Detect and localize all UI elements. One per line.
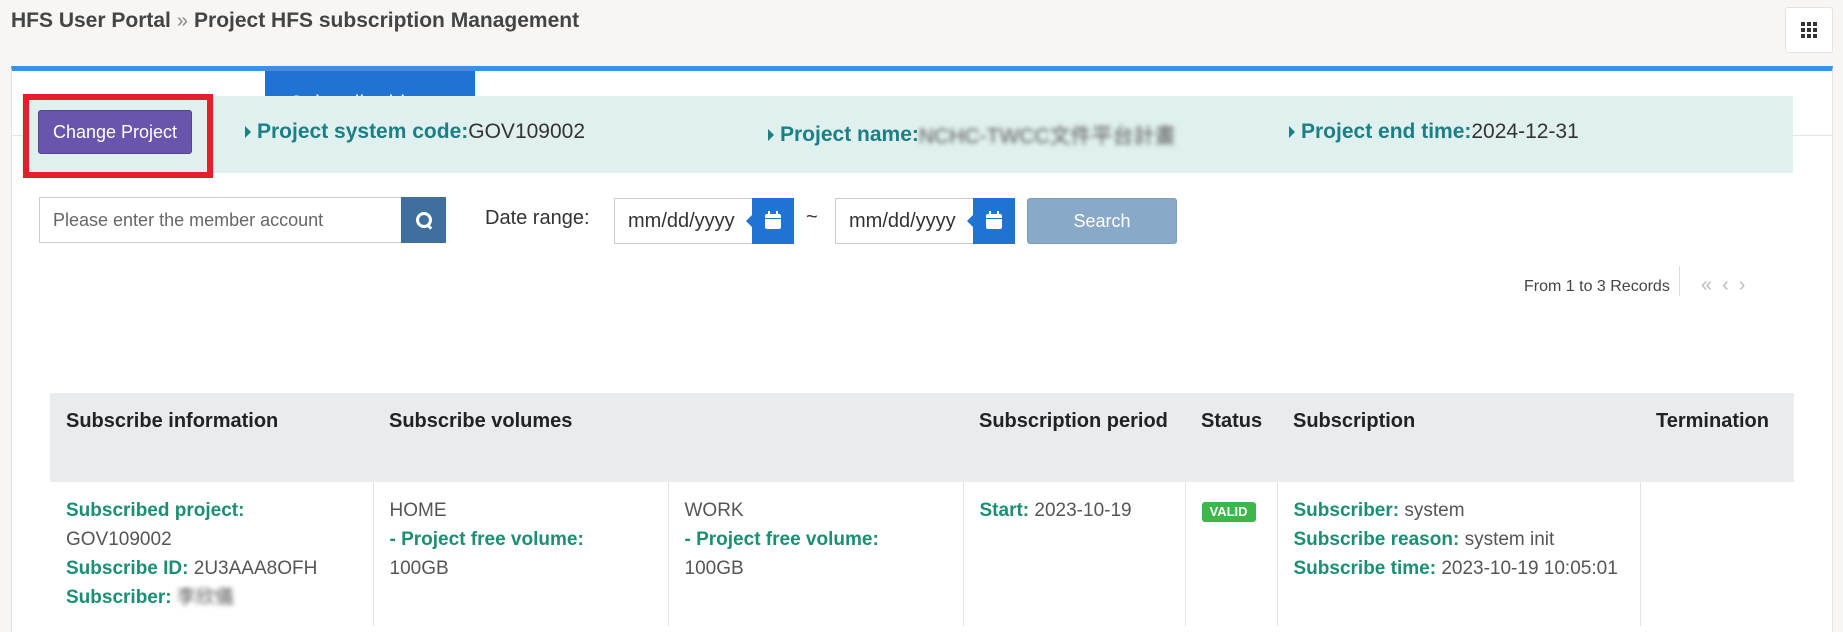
apps-button[interactable] bbox=[1785, 7, 1833, 53]
cell-subscription-period: Start: 2023-10-19 bbox=[963, 482, 1186, 626]
cell-subscribe-information: Subscribed project: GOV109002 Subscribe … bbox=[50, 482, 374, 626]
header-subscribe-information: Subscribe information bbox=[50, 393, 373, 482]
sub-subscriber-value: system bbox=[1404, 500, 1465, 521]
range-separator: ~ bbox=[806, 206, 818, 228]
end-time-value: 2024-12-31 bbox=[1471, 120, 1579, 143]
subscribe-reason-value: system init bbox=[1464, 529, 1555, 550]
pager-divider bbox=[1679, 266, 1680, 296]
caret-right-icon bbox=[768, 129, 774, 141]
breadcrumb-separator: » bbox=[176, 9, 189, 32]
start-label: Start: bbox=[979, 500, 1030, 521]
start-value: 2023-10-19 bbox=[1034, 500, 1132, 521]
volume-size: 100GB bbox=[389, 558, 449, 579]
header-subscription: Subscription bbox=[1277, 393, 1640, 482]
volume-type-label: - Project free volume: bbox=[684, 529, 879, 550]
calendar-icon bbox=[986, 210, 1002, 229]
volume-type-label: - Project free volume: bbox=[389, 529, 584, 550]
date-range-label: Date range: bbox=[485, 207, 590, 229]
next-page-icon[interactable]: › bbox=[1739, 274, 1746, 297]
date-from-calendar-button[interactable] bbox=[746, 198, 794, 244]
subscribed-project-value: GOV109002 bbox=[66, 529, 172, 550]
subscription-table: Subscribe information Subscribe volumes … bbox=[50, 393, 1794, 626]
date-to-calendar-button[interactable] bbox=[967, 198, 1015, 244]
breadcrumb: HFS User Portal » Project HFS subscripti… bbox=[11, 9, 579, 33]
subscribe-reason-label: Subscribe reason: bbox=[1293, 529, 1460, 550]
project-name: Project name: NCHC-TWCC文件平台計畫 bbox=[768, 120, 1176, 150]
project-system-code: Project system code: GOV109002 bbox=[245, 120, 585, 144]
table-row: Subscribed project: GOV109002 Subscribe … bbox=[50, 482, 1794, 626]
cell-volume-home: HOME - Project free volume: 100GB bbox=[373, 482, 669, 626]
volume-name: HOME bbox=[389, 500, 447, 521]
header-subscription-period: Subscription period bbox=[963, 393, 1185, 482]
cell-termination bbox=[1640, 482, 1794, 626]
subscribe-id-value: 2U3AAA8OFH bbox=[193, 558, 318, 579]
subscribe-time-label: Subscribe time: bbox=[1293, 558, 1437, 579]
system-code-value: GOV109002 bbox=[468, 120, 586, 143]
top-bar: HFS User Portal » Project HFS subscripti… bbox=[0, 0, 1843, 60]
records-count: From 1 to 3 Records bbox=[1524, 278, 1670, 295]
search-button[interactable]: Search bbox=[1027, 198, 1177, 244]
change-project-button[interactable]: Change Project bbox=[38, 110, 192, 154]
member-search-button[interactable] bbox=[401, 197, 446, 243]
grid-apps-icon bbox=[1801, 22, 1817, 38]
calendar-icon bbox=[765, 210, 781, 229]
sub-subscriber-label: Subscriber: bbox=[1293, 500, 1400, 521]
project-end-time: Project end time: 2024-12-31 bbox=[1289, 120, 1579, 144]
date-from-input[interactable]: mm/dd/yyyy bbox=[614, 198, 752, 244]
cell-volume-work: WORK - Project free volume: 100GB bbox=[668, 482, 964, 626]
caret-right-icon bbox=[245, 126, 251, 138]
caret-right-icon bbox=[1289, 126, 1295, 138]
pager: « ‹ › bbox=[1701, 274, 1745, 297]
project-name-value: NCHC-TWCC文件平台計畫 bbox=[918, 125, 1176, 148]
table-header-row: Subscribe information Subscribe volumes … bbox=[50, 393, 1794, 482]
volume-size: 100GB bbox=[684, 558, 744, 579]
date-to-input[interactable]: mm/dd/yyyy bbox=[835, 198, 973, 244]
project-name-label: Project name: bbox=[780, 123, 919, 146]
subscribe-time-value: 2023-10-19 10:05:01 bbox=[1441, 558, 1618, 579]
subscribe-id-label: Subscribe ID: bbox=[66, 558, 189, 579]
system-code-label: Project system code: bbox=[257, 120, 469, 143]
date-to-picker: mm/dd/yyyy bbox=[835, 198, 1015, 244]
first-page-icon[interactable]: « bbox=[1701, 274, 1712, 297]
header-status: Status bbox=[1185, 393, 1277, 482]
header-termination: Termination bbox=[1640, 393, 1794, 482]
subscribed-project-label: Subscribed project: bbox=[66, 500, 245, 521]
member-search-input[interactable] bbox=[39, 197, 401, 243]
volume-name: WORK bbox=[684, 500, 744, 521]
member-search bbox=[39, 197, 446, 243]
breadcrumb-current: Project HFS subscription Management bbox=[194, 9, 580, 32]
search-icon bbox=[415, 212, 432, 228]
cell-status: VALID bbox=[1185, 482, 1278, 626]
end-time-label: Project end time: bbox=[1301, 120, 1472, 143]
cell-subscription: Subscriber: system Subscribe reason: sys… bbox=[1277, 482, 1641, 626]
prev-page-icon[interactable]: ‹ bbox=[1722, 274, 1729, 297]
date-from-picker: mm/dd/yyyy bbox=[614, 198, 794, 244]
status-badge: VALID bbox=[1201, 502, 1256, 522]
subscriber-value: 李欣儀 bbox=[176, 587, 234, 608]
header-subscribe-volumes: Subscribe volumes bbox=[373, 393, 963, 482]
subscriber-label: Subscriber: bbox=[66, 587, 172, 608]
breadcrumb-root[interactable]: HFS User Portal bbox=[11, 9, 171, 33]
